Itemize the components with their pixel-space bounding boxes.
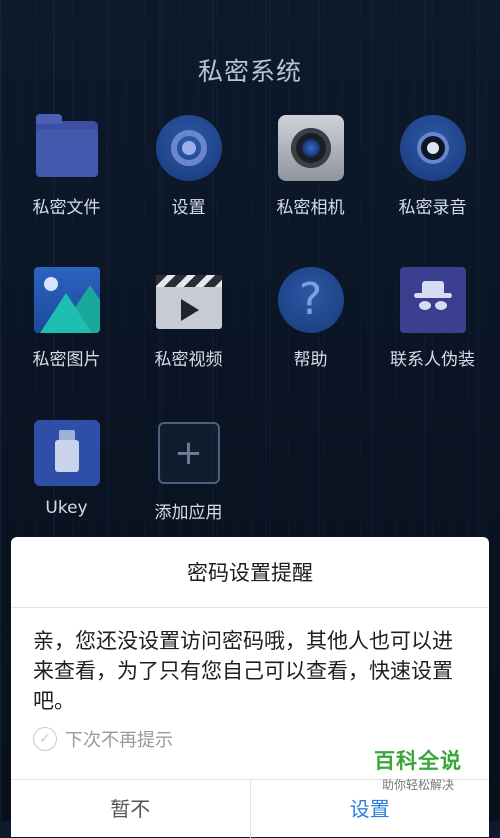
spy-icon [399,267,466,333]
app-label: 私密视频 [154,350,223,370]
watermark-subtitle: 助你轻松解决 [381,778,454,792]
app-contact-disguise[interactable]: 联系人伪装 [370,267,495,370]
folder-icon [34,114,100,181]
camera-icon [277,115,344,181]
app-help[interactable]: ? 帮助 [248,267,373,370]
checkbox-label: 下次不再提示 [65,730,173,751]
check-icon: ✓ [33,727,57,751]
app-label: 私密相机 [276,198,345,218]
app-label: 私密图片 [32,350,101,370]
usb-icon [33,420,100,486]
not-now-button[interactable]: 暂不 [11,780,251,838]
help-icon: ? [277,267,344,333]
app-label: 私密文件 [32,198,101,218]
app-label: 帮助 [293,350,328,370]
app-add[interactable]: + 添加应用 [126,420,251,523]
page-title: 私密系统 [197,57,302,86]
watermark-title: 百科全说 [374,749,462,773]
app-label: 添加应用 [154,503,223,523]
video-clapper-icon [155,267,222,333]
add-icon: + [156,420,222,486]
app-label: 设置 [171,198,206,218]
app-private-videos[interactable]: 私密视频 [126,267,251,370]
app-label: 联系人伪装 [390,350,475,370]
watermark-logo: 百科全说 助你轻松解决 [358,745,478,793]
dont-remind-checkbox[interactable]: ✓ 下次不再提示 [33,726,173,752]
image-icon [33,267,100,333]
dialog-message: 亲，您还没设置访问密码哦，其他人也可以进来查看，为了只有您自己可以查看，快速设置… [33,629,453,713]
dialog-title: 密码设置提醒 [11,537,489,608]
gear-icon [155,115,222,181]
app-settings[interactable]: 设置 [126,115,251,218]
app-private-files[interactable]: 私密文件 [4,114,129,218]
app-label: 私密录音 [398,198,467,218]
app-private-recorder[interactable]: 私密录音 [370,115,495,218]
recorder-icon [399,115,466,181]
app-label: Ukey [45,498,88,518]
app-ukey[interactable]: Ukey [4,420,129,518]
app-private-images[interactable]: 私密图片 [4,267,129,370]
app-private-camera[interactable]: 私密相机 [248,115,373,218]
